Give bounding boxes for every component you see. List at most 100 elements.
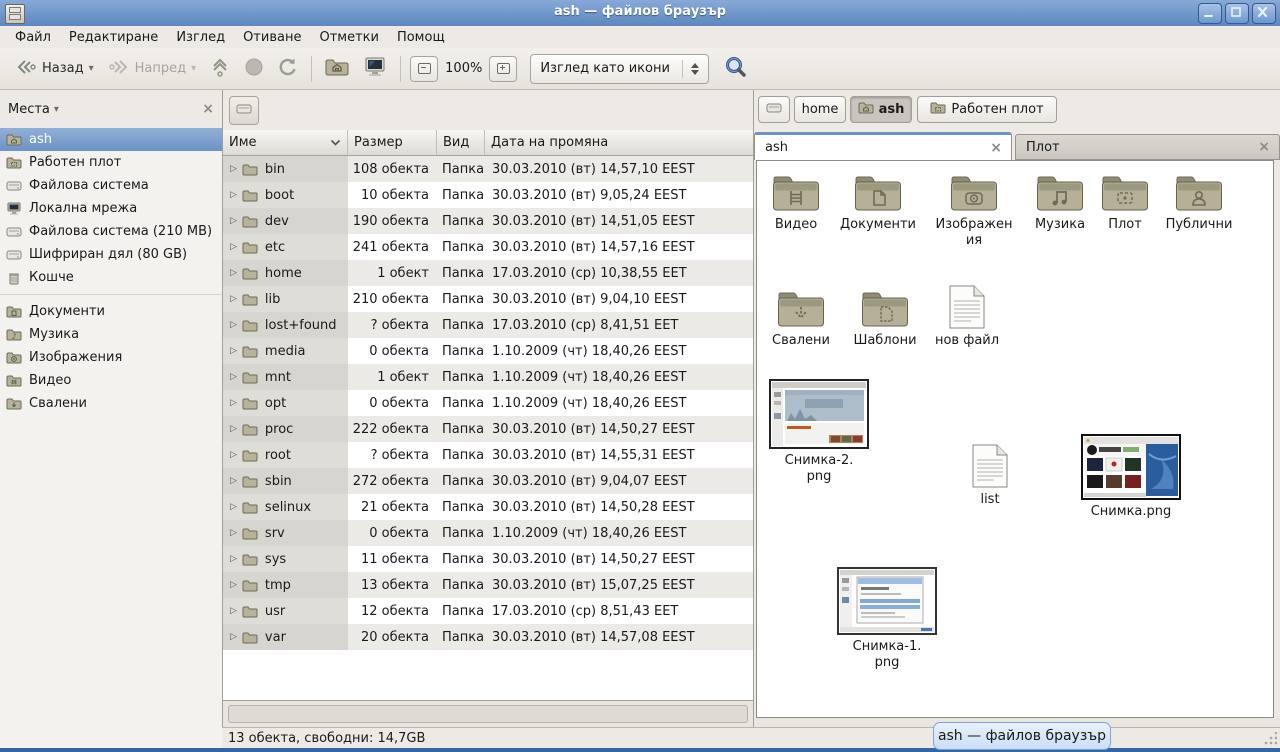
expander-icon[interactable]: ▷ [230,216,237,226]
expander-icon[interactable]: ▷ [230,502,237,512]
tree-row-lib[interactable]: ▷lib210 обектаПапка30.03.2010 (вт) 9,04,… [223,286,753,312]
expander-icon[interactable]: ▷ [230,606,237,616]
tree-row-bin[interactable]: ▷bin108 обектаПапка30.03.2010 (вт) 14,57… [223,156,753,182]
tree-row-sys[interactable]: ▷sys11 обектаПапка30.03.2010 (вт) 14,50,… [223,546,753,572]
expander-icon[interactable]: ▷ [230,450,237,460]
expander-icon[interactable]: ▷ [230,320,237,330]
menu-go[interactable]: Отиване [234,28,310,47]
icon-item-documents[interactable]: Документи [837,173,919,233]
expander-icon[interactable]: ▷ [230,190,237,200]
menu-help[interactable]: Помощ [388,28,454,47]
breadcrumb-ash[interactable]: ash [850,96,912,123]
minimize-button[interactable] [1198,3,1222,24]
tab-ash[interactable]: ash × [754,132,1012,160]
sidebar-item-encrypted-80gb[interactable]: Шифриран дял (80 GB) [0,243,222,266]
sidebar-item-partition-210mb[interactable]: Файлова система (210 MB) [0,220,222,243]
column-header-name[interactable]: Име [223,130,348,155]
stop-button[interactable] [237,54,271,84]
expander-icon[interactable]: ▷ [230,580,237,590]
icon-item-videos[interactable]: Видео [756,173,836,233]
expander-icon[interactable]: ▷ [230,268,237,278]
tab-plot[interactable]: Плот × [1015,134,1280,160]
tree-row-selinux[interactable]: ▷selinux21 обектаПапка30.03.2010 (вт) 14… [223,494,753,520]
icon-item-public[interactable]: Публични [1159,173,1239,233]
tree-row-opt[interactable]: ▷opt0 обектаПапка1.10.2009 (чт) 18,40,26… [223,390,753,416]
icon-item-snimka[interactable]: Снимка.png [1079,434,1183,520]
tree-row-usr[interactable]: ▷usr12 обектаПапка17.03.2010 (ср) 8,51,4… [223,598,753,624]
computer-button[interactable] [356,54,394,84]
taskbar-window-button[interactable]: ash — файлов браузър [933,722,1111,750]
menu-bookmarks[interactable]: Отметки [310,28,387,47]
horizontal-scrollbar[interactable] [223,700,753,727]
menu-view[interactable]: Изглед [167,28,234,47]
expander-icon[interactable]: ▷ [230,476,237,486]
tab-close-icon[interactable]: × [990,140,1002,156]
menu-edit[interactable]: Редактиране [60,28,167,47]
tree-row-srv[interactable]: ▷srv0 обектаПапка1.10.2009 (чт) 18,40,26… [223,520,753,546]
close-button[interactable] [1252,3,1276,24]
sidebar-item-home[interactable]: ash [0,128,222,151]
sidebar-item-downloads[interactable]: Свалени [0,392,222,415]
tree-row-root[interactable]: ▷root? обектаПапка30.03.2010 (вт) 14,55,… [223,442,753,468]
resize-grip[interactable] [1263,732,1277,746]
expander-icon[interactable]: ▷ [230,242,237,252]
menu-file[interactable]: Файл [6,28,60,47]
sidebar-item-pictures[interactable]: Изображения [0,346,222,369]
tree-row-var[interactable]: ▷var20 обектаПапка30.03.2010 (вт) 14,57,… [223,624,753,650]
tree-row-etc[interactable]: ▷etc241 обектаПапка30.03.2010 (вт) 14,57… [223,234,753,260]
tree-row-home[interactable]: ▷home1 обектПапка17.03.2010 (ср) 10,38,5… [223,260,753,286]
expander-icon[interactable]: ▷ [230,554,237,564]
tree-row-dev[interactable]: ▷dev190 обектаПапка30.03.2010 (вт) 14,51… [223,208,753,234]
search-button[interactable] [717,54,755,84]
root-location-button[interactable] [229,96,259,125]
expander-icon[interactable]: ▷ [230,346,237,356]
reload-button[interactable] [271,54,305,84]
sidebar-title[interactable]: Места [8,102,50,117]
sidebar-item-desktop[interactable]: Работен плот [0,151,222,174]
sidebar-item-filesystem[interactable]: Файлова система [0,174,222,197]
column-header-type[interactable]: Вид [437,130,485,155]
sidebar-dropdown-icon[interactable]: ▾ [54,104,59,115]
expander-icon[interactable]: ▷ [230,372,237,382]
icon-item-new-file[interactable]: нов файл [927,285,1007,349]
zoom-in-button[interactable] [489,56,517,82]
back-button[interactable]: Назад ▾ [8,54,101,84]
expander-icon[interactable]: ▷ [230,164,237,174]
tree-row-boot[interactable]: ▷boot10 обектаПапка30.03.2010 (вт) 9,05,… [223,182,753,208]
tree-row-sbin[interactable]: ▷sbin272 обектаПапка30.03.2010 (вт) 9,04… [223,468,753,494]
expander-icon[interactable]: ▷ [230,294,237,304]
icon-item-downloads[interactable]: Свалени [761,289,841,349]
icon-item-pictures[interactable]: Изображения [934,173,1014,250]
expander-icon[interactable]: ▷ [230,528,237,538]
breadcrumb-home[interactable]: home [794,96,846,123]
icon-item-snimka1[interactable]: Снимка-1.png [835,567,939,672]
maximize-button[interactable] [1225,3,1249,24]
sidebar-close-icon[interactable]: × [202,101,214,117]
up-button[interactable] [203,54,237,84]
tree-row-mnt[interactable]: ▷mnt1 обектПапка1.10.2009 (чт) 18,40,26 … [223,364,753,390]
sidebar-item-documents[interactable]: Документи [0,300,222,323]
home-button[interactable] [318,54,356,84]
breadcrumb-desktop[interactable]: Работен плот [917,96,1057,123]
tree-row-proc[interactable]: ▷proc222 обектаПапка30.03.2010 (вт) 14,5… [223,416,753,442]
tree-row-media[interactable]: ▷media0 обектаПапка1.10.2009 (чт) 18,40,… [223,338,753,364]
expander-icon[interactable]: ▷ [230,398,237,408]
column-header-size[interactable]: Размер [348,130,437,155]
sidebar-item-videos[interactable]: Видео [0,369,222,392]
icon-item-snimka2[interactable]: Снимка-2.png [767,379,871,486]
tree-row-tmp[interactable]: ▷tmp13 обектаПапка30.03.2010 (вт) 15,07,… [223,572,753,598]
expander-icon[interactable]: ▷ [230,632,237,642]
sidebar-item-network[interactable]: Локална мрежа [0,197,222,220]
icon-item-templates[interactable]: Шаблони [845,289,925,349]
column-header-date[interactable]: Дата на промяна [485,130,753,155]
zoom-out-button[interactable] [410,56,438,82]
expander-icon[interactable]: ▷ [230,424,237,434]
view-mode-select[interactable]: Изглед като икони [530,54,709,84]
icon-item-desktop[interactable]: Плот [1085,173,1165,233]
forward-button[interactable]: Напред ▾ [101,54,204,84]
tab-close-icon[interactable]: × [1258,139,1270,155]
pane-splitter[interactable] [753,90,754,748]
sidebar-item-music[interactable]: ♪ Музика [0,323,222,346]
icon-item-list[interactable]: list [950,444,1030,508]
tree-row-lost-found[interactable]: ▷lost+found? обектаПапка17.03.2010 (ср) … [223,312,753,338]
